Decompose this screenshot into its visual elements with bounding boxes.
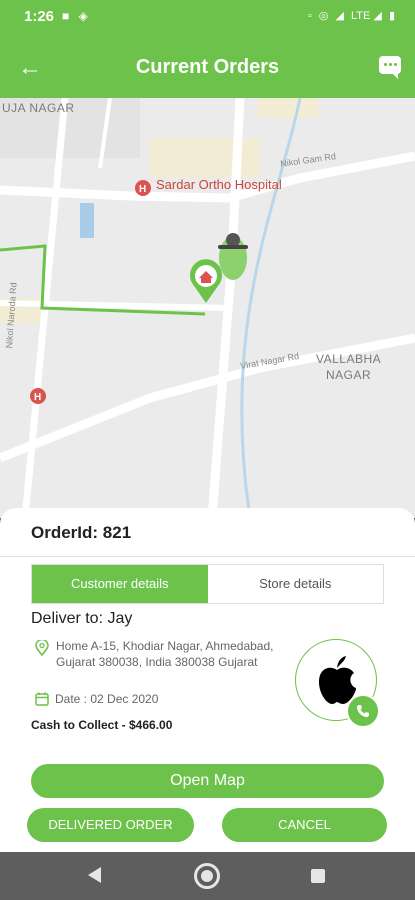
status-right-icons: ▫ ◎ ◢ LTE ◢ ▮ — [308, 9, 395, 22]
order-details-sheet: OrderId: 821 Customer details Store deta… — [0, 508, 415, 852]
page-title: Current Orders — [135, 56, 280, 78]
divider — [0, 556, 415, 557]
app-bar: ← Current Orders — [0, 36, 415, 98]
tab-customer-details[interactable]: Customer details — [32, 565, 208, 603]
status-time: 1:26 — [24, 8, 55, 25]
deliver-to: Deliver to: Jay — [31, 610, 133, 627]
water-body — [80, 203, 94, 238]
details-tabs: Customer details Store details — [31, 564, 384, 604]
phone-icon — [357, 705, 369, 717]
location-pin-icon — [35, 640, 49, 656]
delivery-address: Home A-15, Khodiar Nagar, Ahmedabad, Guj… — [56, 639, 274, 669]
delivered-order-button[interactable]: DELIVERED ORDER — [27, 808, 194, 842]
hotspot-icon: ◎ — [318, 10, 329, 22]
signal-icon: ◢ — [373, 10, 382, 22]
hospital-label: Sardar Ortho Hospital — [156, 177, 282, 192]
order-id: OrderId: 821 — [31, 523, 132, 542]
calendar-icon — [35, 692, 49, 706]
lte-label: LTE — [350, 10, 371, 22]
map-view[interactable]: H H UJA NAGAR Sardar Ortho Hospital VALL… — [0, 98, 415, 518]
svg-text:H: H — [34, 392, 41, 403]
map-block — [150, 138, 260, 178]
nav-back-icon[interactable] — [88, 867, 101, 883]
status-left-icons: ■ ◈ — [62, 9, 88, 23]
status-bar: 1:26 ■ ◈ ▫ ◎ ◢ LTE ◢ ▮ — [0, 0, 415, 36]
map-block — [258, 98, 318, 118]
cash-to-collect: Cash to Collect - $466.00 — [31, 718, 173, 732]
battery-icon: ▮ — [388, 10, 395, 22]
call-button[interactable] — [346, 694, 380, 728]
signal-icon: ◢ — [335, 10, 344, 22]
order-date: Date : 02 Dec 2020 — [55, 692, 159, 706]
map-canvas: H H — [0, 98, 415, 518]
open-map-button[interactable]: Open Map — [31, 764, 384, 798]
notification-square-icon: ■ — [62, 9, 70, 23]
map-area-label: VALLABHA — [316, 352, 382, 366]
map-area-label: UJA NAGAR — [2, 101, 75, 115]
nav-home-icon[interactable] — [194, 863, 220, 889]
nav-recents-icon[interactable] — [311, 869, 325, 883]
tab-store-details[interactable]: Store details — [208, 565, 384, 603]
system-nav-bar — [0, 852, 415, 900]
map-area-label: NAGAR — [326, 368, 372, 382]
chat-bubble-icon[interactable] — [379, 56, 401, 79]
location-diamond-icon: ◈ — [78, 9, 88, 23]
svg-text:H: H — [139, 184, 146, 195]
cancel-button[interactable]: CANCEL — [222, 808, 387, 842]
date-row: Date : 02 Dec 2020 — [35, 692, 158, 711]
no-sim-icon: ▫ — [307, 10, 312, 22]
